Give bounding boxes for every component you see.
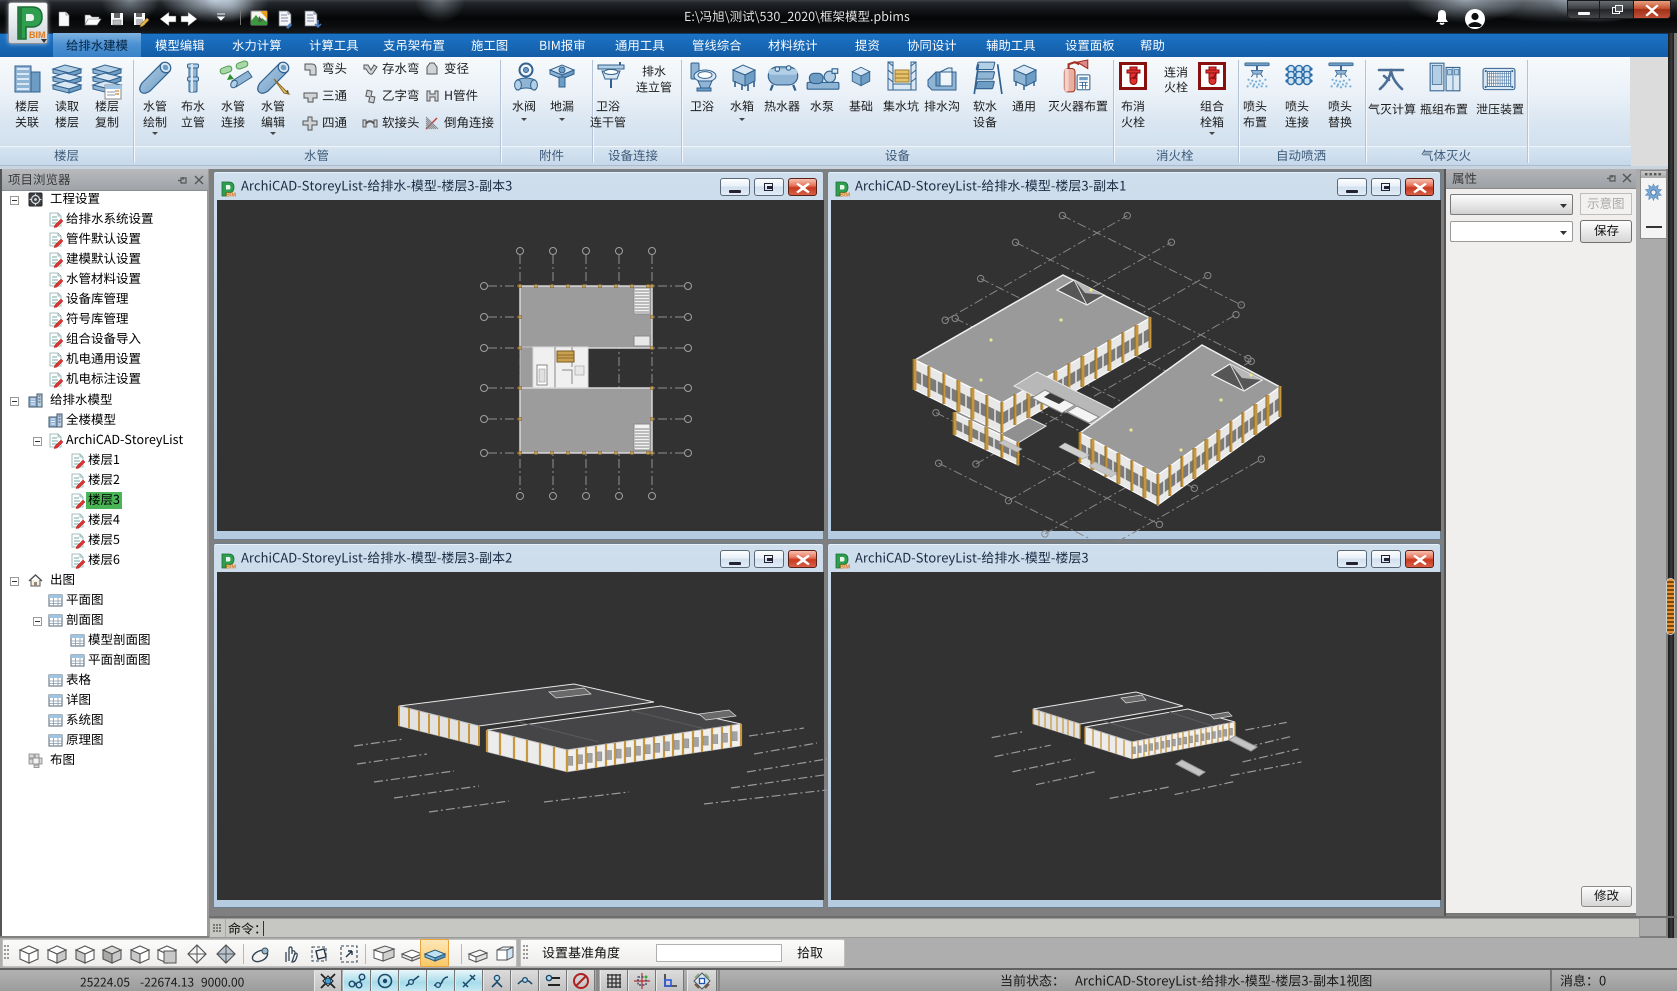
svg-text:BIM: BIM [840,193,851,199]
svg-text:BIM: BIM [226,565,237,571]
svg-text:BIM: BIM [226,193,237,199]
svg-text:BIM: BIM [840,565,851,571]
